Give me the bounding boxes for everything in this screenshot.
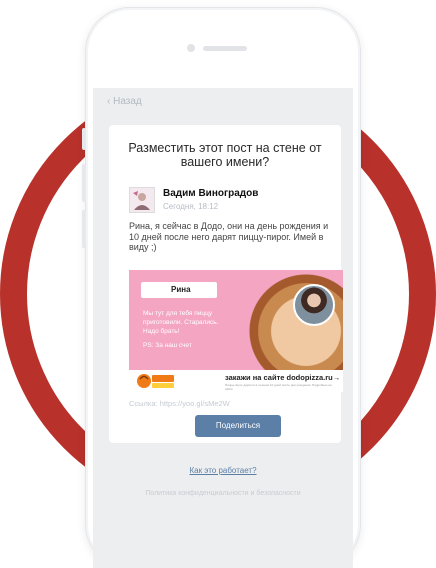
avatar [129,187,155,213]
phone-side-button [82,128,86,150]
post-link[interactable]: Ссылка: https://yoo.gl/sMe2W [129,399,230,408]
phone-frame: ‹ Назад Разместить этот пост на стене от… [82,8,360,568]
phone-volume-down [82,210,86,248]
post-text: Рина, я сейчас в Додо, они на день рожде… [129,221,329,252]
banner-line-1: Мы тут для тебя пиццу [143,310,213,317]
share-dialog-card: Разместить этот пост на стене от вашего … [109,125,343,443]
front-camera [187,44,195,52]
privacy-policy-link[interactable]: Политика конфиденциальности и безопаснос… [93,490,353,497]
order-link-text: закажи на сайте dodopizza.ru→ [225,373,341,382]
dialog-title: Разместить этот пост на стене от вашего … [128,141,322,169]
banner-ps: PS: За наш счет [143,342,192,349]
phone-speaker [203,46,247,51]
dodo-logo [135,371,175,390]
post-image-banner[interactable]: Рина Мы тут для тебя пиццу приготовили. … [129,270,343,392]
how-it-works-link[interactable]: Как это работает? [93,466,353,475]
banner-fine-print: Пицца-пирог дарится в течение 10 дней по… [225,383,332,391]
banner-line-2: приготовили. Старались. [143,319,219,326]
banner-name: Рина [141,282,217,298]
share-button[interactable]: Поделиться [195,415,281,437]
post-time: Сегодня, 18:12 [163,202,219,211]
phone-screen: ‹ Назад Разместить этот пост на стене от… [93,88,353,568]
friend-photo [293,284,335,326]
phone-volume-up [82,164,86,202]
back-link[interactable]: ‹ Назад [107,96,142,107]
banner-line-3: Надо брать! [143,328,180,335]
author-name[interactable]: Вадим Виноградов [163,188,258,199]
